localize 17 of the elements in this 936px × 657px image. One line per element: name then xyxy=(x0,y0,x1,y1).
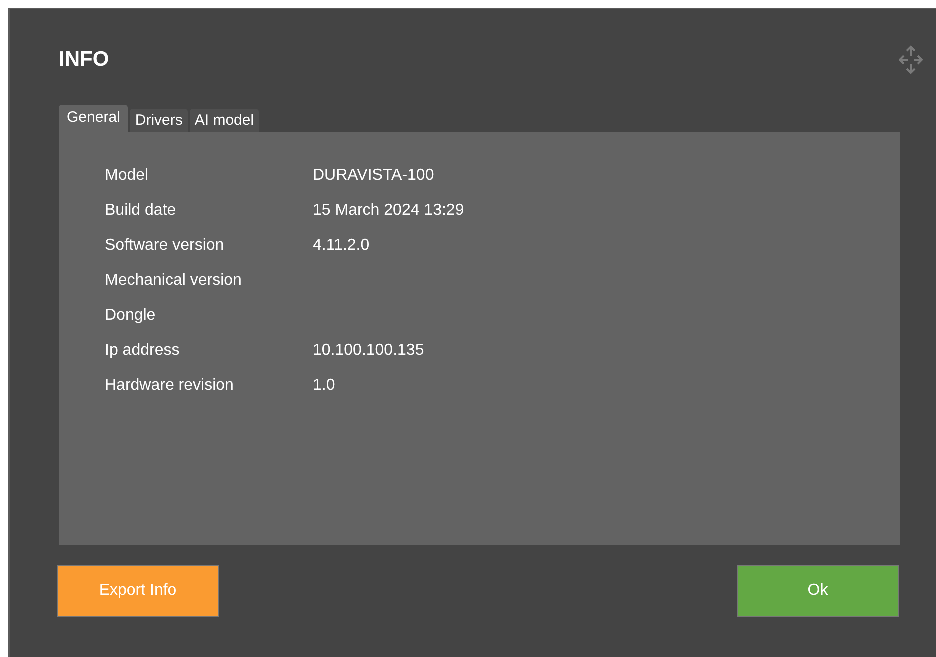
field-value: 1.0 xyxy=(313,377,336,395)
field-label: Hardware revision xyxy=(105,377,235,395)
dialog-title: INFO xyxy=(59,48,110,72)
field-label: Build date xyxy=(105,202,178,220)
field-label: Model xyxy=(105,167,150,185)
field-label: Software version xyxy=(105,237,226,255)
field-label: Mechanical version xyxy=(105,272,243,290)
tab[interactable]: General xyxy=(59,105,128,132)
field-value: 10.100.100.135 xyxy=(313,342,426,360)
field-value: DURAVISTA-100 xyxy=(313,167,436,185)
field-label: Ip address xyxy=(105,342,181,360)
field-value: 15 March 2024 13:29 xyxy=(313,202,466,220)
field-value: 4.11.2.0 xyxy=(313,237,371,255)
field-label: Dongle xyxy=(105,307,157,325)
tab[interactable]: AI model xyxy=(190,109,260,132)
tab[interactable]: Drivers xyxy=(130,109,188,132)
move-icon[interactable] xyxy=(899,45,923,75)
